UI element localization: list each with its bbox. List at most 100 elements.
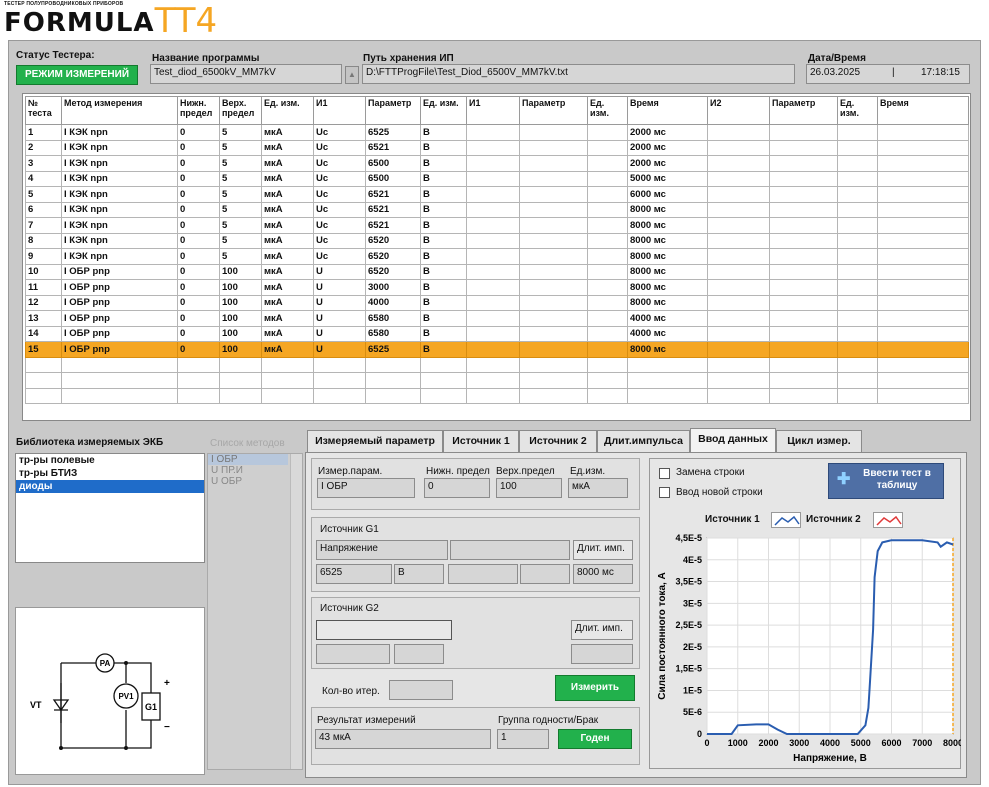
- source-g1-extra-field[interactable]: [450, 540, 570, 560]
- table-row[interactable]: 13 I ОБР pnp 0 100 мкА U 6580 В 4000 мс: [25, 310, 969, 327]
- table-row[interactable]: 8I КЭК npn 0 5 мкА Uc 6520 В 8000 мс: [25, 232, 969, 249]
- add-icon: ✚: [837, 471, 851, 488]
- table-cell: 6521: [365, 139, 421, 156]
- table-cell: В: [420, 294, 467, 311]
- date-value: 26.03.2025: [810, 67, 861, 78]
- column-header[interactable]: Параметр: [519, 96, 588, 125]
- source-g1-kind-field[interactable]: Напряжение: [316, 540, 448, 560]
- tab-source-2[interactable]: Источник 2: [519, 430, 597, 452]
- table-cell: [466, 387, 520, 404]
- method-item[interactable]: U ОБР: [208, 476, 302, 487]
- column-header[interactable]: Параметр: [769, 96, 838, 125]
- table-row-empty[interactable]: [25, 356, 969, 373]
- table-row[interactable]: 10 I ОБР pnp 0 100 мкА U 6520 В 8000 мс: [25, 263, 969, 280]
- methods-scrollbar[interactable]: [290, 454, 302, 769]
- table-cell: 9: [25, 248, 62, 265]
- table-cell: [877, 186, 969, 203]
- table-cell: [707, 139, 770, 156]
- param-name-field[interactable]: I ОБР: [317, 478, 415, 498]
- path-label: Путь хранения ИП: [363, 53, 454, 64]
- tab-measure-cycle[interactable]: Цикл измер.: [776, 430, 862, 452]
- table-cell: [61, 356, 178, 373]
- tab-data-entry[interactable]: Ввод данных: [690, 428, 776, 452]
- library-item[interactable]: тр-ры БТИЗ: [16, 467, 204, 480]
- column-header[interactable]: Верх. предел: [219, 96, 262, 125]
- column-header[interactable]: Нижн. предел: [177, 96, 220, 125]
- table-row-empty[interactable]: [25, 387, 969, 404]
- source-g1-unit-field[interactable]: В: [394, 564, 444, 584]
- table-cell: Uc: [313, 155, 366, 172]
- table-cell: [177, 356, 220, 373]
- column-header[interactable]: Ед. изм.: [837, 96, 878, 125]
- status-label: Статус Тестера:: [16, 50, 95, 61]
- table-cell: [877, 232, 969, 249]
- table-cell: 100: [219, 279, 262, 296]
- low-limit-field[interactable]: 0: [424, 478, 490, 498]
- source-g2-kind-field[interactable]: [316, 620, 452, 640]
- column-header[interactable]: Время: [877, 96, 969, 125]
- column-header[interactable]: Метод измерения: [61, 96, 178, 125]
- table-cell: [587, 217, 628, 234]
- table-row[interactable]: 3I КЭК npn 0 5 мкА Uc 6500 В 2000 мс: [25, 155, 969, 172]
- table-row[interactable]: 11 I ОБР pnp 0 100 мкА U 3000 В 8000 мс: [25, 279, 969, 296]
- iterations-field[interactable]: [389, 680, 453, 700]
- table-row[interactable]: 14 I ОБР pnp 0 100 мкА U 6580 В 4000 мс: [25, 325, 969, 342]
- unit-field[interactable]: мкА: [568, 478, 628, 498]
- source-g2-pulse-label: Длит. имп.: [571, 620, 633, 640]
- table-cell: [587, 387, 628, 404]
- table-row-empty[interactable]: [25, 372, 969, 389]
- table-row[interactable]: 5I КЭК npn 0 5 мкА Uc 6521 В 6000 мс: [25, 186, 969, 203]
- source-g1-pulse-field[interactable]: 8000 мс: [573, 564, 633, 584]
- library-item-selected[interactable]: диоды: [16, 480, 204, 493]
- replace-row-checkbox[interactable]: [659, 468, 670, 479]
- program-name-field[interactable]: Test_diod_6500kV_MM7kV: [150, 64, 342, 84]
- method-item[interactable]: U ПР.И: [208, 465, 302, 476]
- table-cell: 0: [177, 279, 220, 296]
- enter-test-button[interactable]: ✚ Ввести тест в таблицу: [828, 463, 944, 499]
- table-row[interactable]: 6I КЭК npn 0 5 мкА Uc 6521 В 8000 мс: [25, 201, 969, 218]
- source-g2-value-field[interactable]: [316, 644, 390, 664]
- table-row[interactable]: 15 I ОБР pnp 0 100 мкА U 6525 В 8000 мс: [25, 341, 969, 358]
- path-field[interactable]: D:\FTTProgFile\Test_Diod_6500V_MM7kV.txt: [362, 64, 795, 84]
- table-row[interactable]: 2I КЭК npn 0 5 мкА Uc 6521 В 2000 мс: [25, 139, 969, 156]
- table-cell: [877, 248, 969, 265]
- table-row[interactable]: 7I КЭК npn 0 5 мкА Uc 6521 В 8000 мс: [25, 217, 969, 234]
- column-header[interactable]: Время: [627, 96, 708, 125]
- column-header[interactable]: И2: [707, 96, 770, 125]
- source-g1-empty-field[interactable]: [448, 564, 518, 584]
- table-row[interactable]: 12 I ОБР pnp 0 100 мкА U 4000 В 8000 мс: [25, 294, 969, 311]
- column-header[interactable]: И1: [313, 96, 366, 125]
- browse-icon[interactable]: ▲: [345, 66, 359, 84]
- measure-button[interactable]: Измерить: [555, 675, 635, 701]
- tab-source-1[interactable]: Источник 1: [443, 430, 519, 452]
- table-row[interactable]: 9I КЭК npn 0 5 мкА Uc 6520 В 8000 мс: [25, 248, 969, 265]
- tab-measured-param[interactable]: Измеряемый параметр: [307, 430, 443, 452]
- table-cell: [877, 279, 969, 296]
- table-cell: [466, 325, 520, 342]
- source-g2-pulse-field[interactable]: [571, 644, 633, 664]
- table-cell: 100: [219, 294, 262, 311]
- table-cell: 6520: [365, 248, 421, 265]
- column-header[interactable]: Ед. изм.: [261, 96, 314, 125]
- method-item-selected[interactable]: I ОБР: [208, 454, 288, 465]
- high-limit-field[interactable]: 100: [496, 478, 562, 498]
- source-g1-value-field[interactable]: 6525: [316, 564, 392, 584]
- logo-model: TT4: [154, 1, 218, 41]
- library-item[interactable]: тр-ры полевые: [16, 454, 204, 467]
- column-header[interactable]: Параметр: [365, 96, 421, 125]
- table-cell: В: [420, 248, 467, 265]
- source-g1-empty-field-2[interactable]: [520, 564, 570, 584]
- column-header[interactable]: И1: [466, 96, 520, 125]
- methods-list: I ОБР U ПР.И U ОБР: [207, 453, 303, 770]
- column-header[interactable]: Ед. изм.: [587, 96, 628, 125]
- column-header[interactable]: № теста: [25, 96, 62, 125]
- table-cell: мкА: [261, 263, 314, 280]
- y-tick-label: 5E-6: [683, 707, 702, 717]
- tab-pulse-duration[interactable]: Длит.импульса: [597, 430, 690, 452]
- table-row[interactable]: 1I КЭК npn 0 5 мкА Uc 6525 В 2000 мс: [25, 124, 969, 141]
- table-cell: U: [313, 325, 366, 342]
- table-row[interactable]: 4I КЭК npn 0 5 мкА Uc 6500 В 5000 мс: [25, 170, 969, 187]
- source-g2-unit-field[interactable]: [394, 644, 444, 664]
- column-header[interactable]: Ед. изм.: [420, 96, 467, 125]
- new-row-checkbox[interactable]: [659, 487, 670, 498]
